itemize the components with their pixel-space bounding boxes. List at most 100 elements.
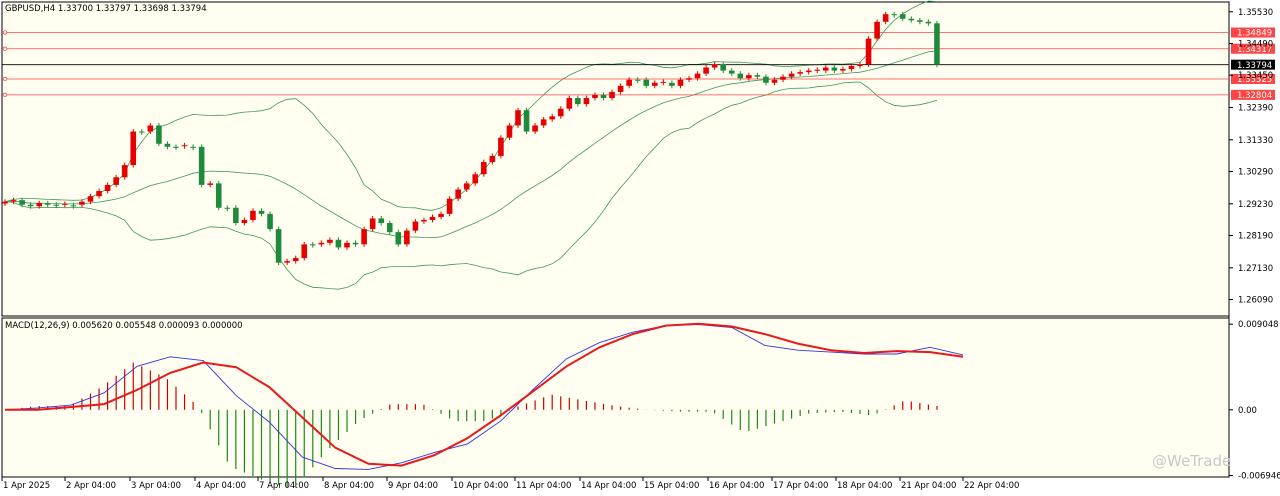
- candle-body: [489, 155, 496, 163]
- candle-body: [173, 146, 179, 148]
- candle-body: [506, 125, 513, 138]
- candle-body: [386, 223, 393, 233]
- candle-body: [746, 75, 752, 79]
- time-tick-label: 16 Apr 04:00: [709, 481, 764, 491]
- candle-body: [233, 207, 239, 224]
- candle-body: [412, 221, 419, 231]
- candle-body: [404, 230, 410, 245]
- candle-body: [711, 64, 718, 68]
- candle-body: [267, 213, 273, 230]
- candle-body: [198, 146, 205, 185]
- macd-tick-label: 0.00: [1238, 406, 1257, 416]
- candle-body: [532, 125, 538, 132]
- candle-body: [446, 198, 453, 214]
- time-tick-label: 18 Apr 04:00: [837, 481, 892, 491]
- candle-body: [301, 244, 308, 259]
- candle-body: [549, 116, 555, 120]
- macd-info: MACD(12,26,9) 0.005620 0.005548 0.000093…: [5, 321, 243, 331]
- time-tick-label: 17 Apr 04:00: [773, 481, 828, 491]
- candle-body: [694, 73, 701, 79]
- level-handle: [2, 46, 8, 51]
- time-tick-label: 3 Apr 04:00: [131, 481, 181, 491]
- candle-body: [421, 219, 427, 222]
- price-tick-label: 1.32390: [1238, 103, 1273, 113]
- candle-body: [292, 258, 299, 262]
- candle-body: [53, 204, 60, 206]
- candle-body: [737, 73, 744, 79]
- candle-body: [805, 70, 812, 73]
- candle-body: [917, 20, 923, 22]
- price-tick-label: 1.27130: [1238, 264, 1273, 274]
- candle-body: [44, 203, 51, 205]
- candle-body: [934, 23, 940, 65]
- time-tick-label: 7 Apr 04:00: [259, 481, 309, 491]
- candle-body: [481, 162, 487, 175]
- time-tick-label: 9 Apr 04:00: [388, 481, 438, 491]
- candle-body: [874, 21, 880, 39]
- candle-body: [318, 242, 325, 245]
- time-axis: 1 Apr 2025 2 Apr 04:00 3 Apr 04:00 4 Apr 04…: [1, 477, 1019, 491]
- candle-body: [207, 183, 213, 185]
- trading-chart-window: 1.34849 1.34317 1.33325 1.32804 1.33794 1.35…: [0, 0, 1280, 492]
- candle-body: [310, 244, 316, 246]
- candle-body: [361, 229, 367, 245]
- time-tick-label: 14 Apr 04:00: [581, 481, 636, 491]
- price-tick-label: 1.29230: [1238, 200, 1273, 210]
- candle-body: [857, 64, 863, 67]
- candle-body: [352, 242, 359, 245]
- candle-body: [395, 232, 402, 245]
- candle-body: [865, 38, 872, 65]
- candle-body: [831, 67, 838, 71]
- candle-body: [463, 183, 470, 190]
- candle-body: [788, 73, 795, 77]
- candle-body: [378, 218, 384, 224]
- candle-body: [369, 218, 376, 230]
- candle-body: [686, 78, 692, 80]
- candle-body: [754, 75, 761, 77]
- candle-body: [79, 201, 85, 205]
- candle-body: [438, 213, 444, 217]
- candle-body: [882, 14, 889, 22]
- candle-body: [643, 79, 650, 86]
- candle-body: [677, 79, 684, 86]
- price-tick-label: 1.33450: [1238, 71, 1273, 81]
- time-tick-label: 11 Apr 04:00: [516, 481, 571, 491]
- level-handle: [2, 30, 8, 35]
- candle-body: [147, 125, 154, 132]
- time-tick-label: 15 Apr 04:00: [644, 481, 699, 491]
- candle-body: [609, 91, 615, 99]
- price-tick-label: 1.34490: [1238, 39, 1273, 49]
- candle-body: [27, 204, 34, 207]
- candle-body: [258, 210, 265, 214]
- candle-body: [908, 18, 915, 21]
- candle-body: [19, 200, 25, 205]
- candle-body: [703, 67, 709, 74]
- candle-body: [250, 210, 256, 220]
- price-tick-label: 1.30290: [1238, 167, 1273, 177]
- candle-body: [669, 82, 675, 86]
- candle-body: [284, 261, 290, 263]
- symbol-info: GBPUSD,H4 1.33700 1.33797 1.33698 1.3379…: [5, 4, 207, 14]
- candle-body: [797, 72, 803, 74]
- candle-body: [840, 69, 846, 71]
- candle-body: [634, 79, 641, 81]
- candle-body: [925, 21, 932, 24]
- candle-body: [523, 110, 530, 132]
- chart-svg[interactable]: 1.348491.343171.333251.328041.33794 1.35…: [0, 0, 1280, 492]
- candle-body: [87, 196, 94, 202]
- candle-body: [617, 85, 624, 92]
- candle-body: [2, 201, 8, 204]
- candle-body: [652, 82, 658, 86]
- candle-body: [891, 14, 897, 16]
- candle-body: [130, 131, 137, 166]
- candle-body: [728, 70, 735, 74]
- candle-body: [429, 216, 436, 220]
- time-tick-label: 22 Apr 04:00: [964, 481, 1019, 491]
- candle-body: [275, 229, 282, 263]
- candle-body: [36, 203, 42, 207]
- candle-body: [540, 119, 547, 126]
- macd-tick-label: -0.006946: [1238, 472, 1280, 482]
- candle-body: [455, 189, 461, 199]
- price-tick-label: 1.35530: [1238, 8, 1273, 18]
- candle-body: [62, 203, 68, 205]
